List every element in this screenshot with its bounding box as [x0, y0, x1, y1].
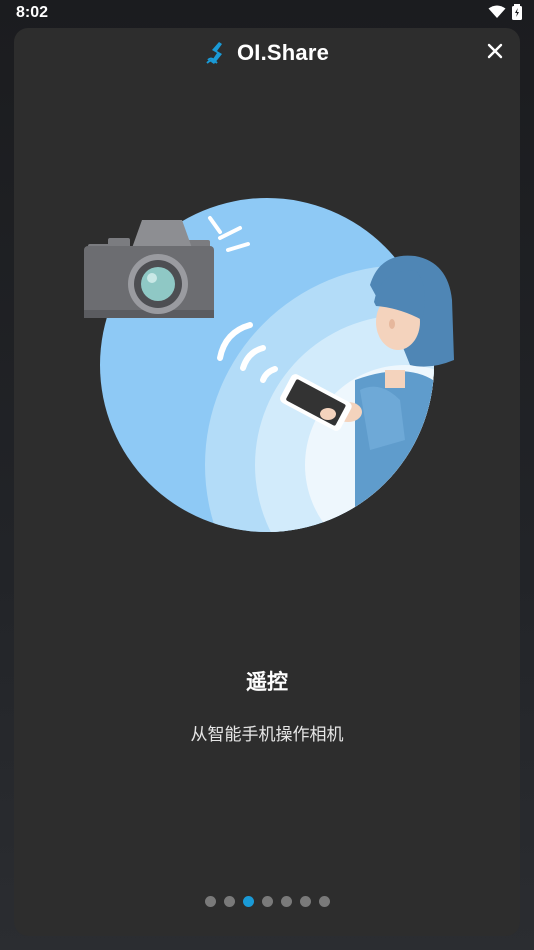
wifi-icon: [488, 5, 506, 18]
page-dot-7[interactable]: [318, 896, 330, 907]
slide-title: 遥控: [246, 670, 288, 694]
page-dot-2[interactable]: [223, 896, 235, 907]
battery-icon: [512, 4, 522, 20]
close-icon: [487, 43, 503, 59]
page-dot-4[interactable]: [261, 896, 273, 907]
page-dot-5[interactable]: [280, 896, 292, 907]
app-name: OI.Share: [236, 40, 330, 65]
page-dot-3[interactable]: [242, 896, 254, 907]
app-brand: OI.Share: [0, 40, 534, 66]
page-dot-1[interactable]: [204, 896, 216, 907]
status-time: 8:02: [16, 4, 49, 21]
status-icons: [488, 4, 522, 20]
status-bar: 8:02: [0, 0, 534, 26]
oishare-logo-icon: [206, 42, 222, 64]
screen: 8:02 OI.Share 遥控 从智能手机操作相机: [0, 0, 534, 950]
page-dot-6[interactable]: [299, 896, 311, 907]
close-button[interactable]: [482, 38, 508, 64]
slide-subtitle: 从智能手机操作相机: [190, 725, 344, 745]
camera-remote-control-illustration: [84, 198, 454, 532]
page-indicator: [0, 896, 534, 907]
